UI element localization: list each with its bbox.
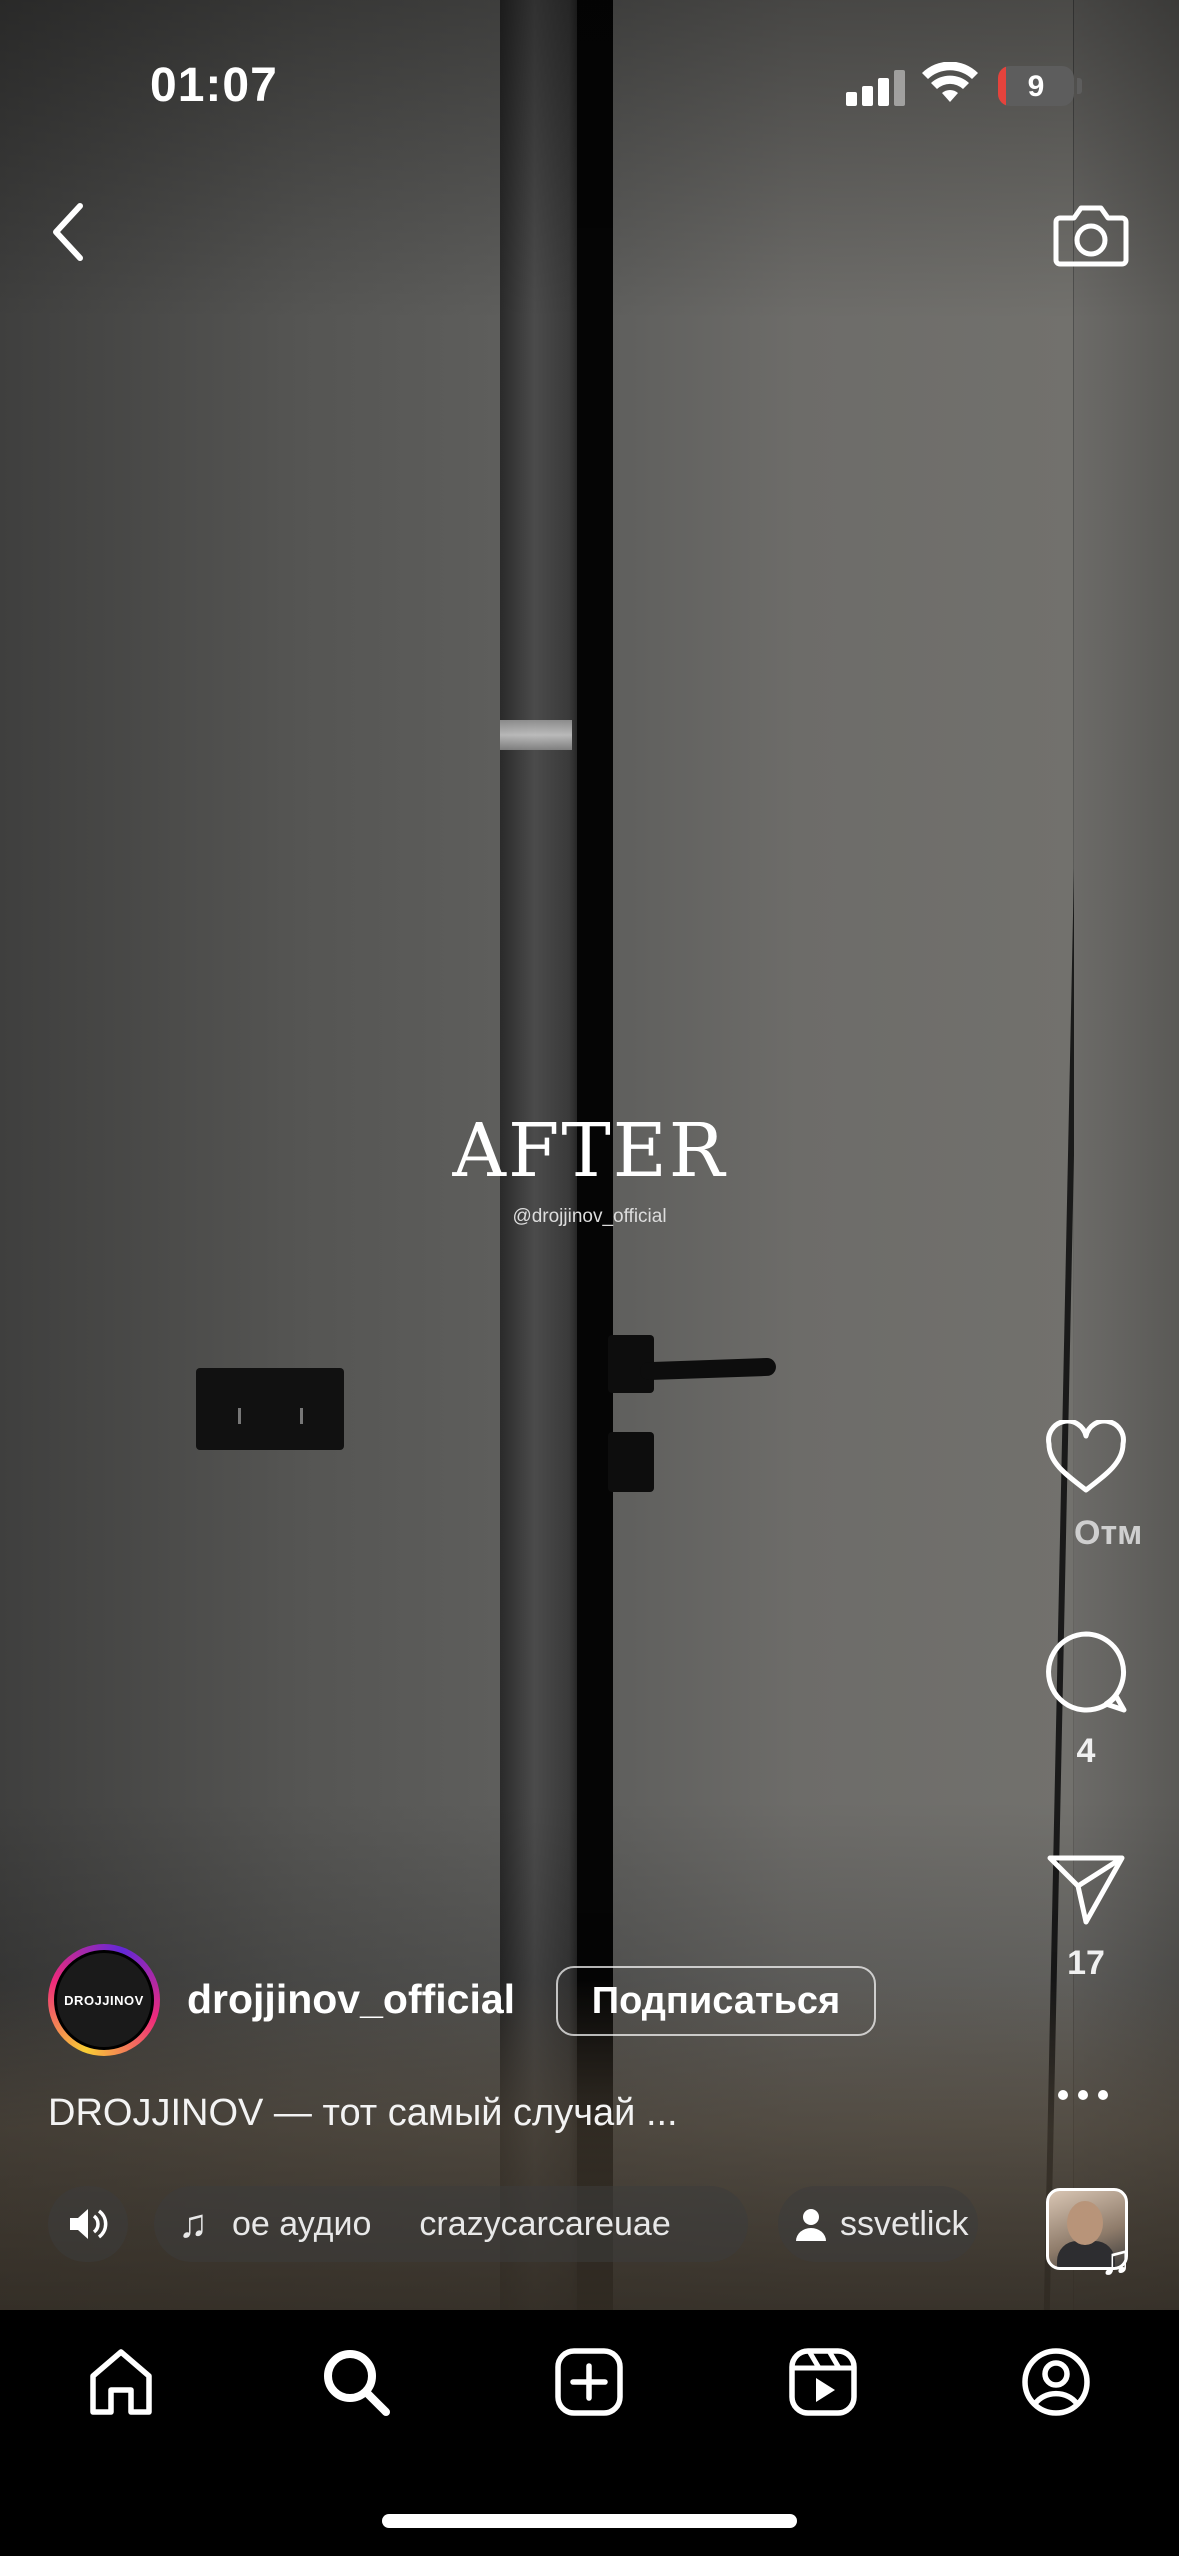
more-icon[interactable]	[1058, 2080, 1118, 2110]
camera-icon[interactable]	[1052, 198, 1130, 270]
send-icon[interactable]	[1046, 1852, 1126, 1926]
music-note-icon: ♫	[1100, 2236, 1132, 2283]
username[interactable]: drojjinov_official	[187, 1976, 515, 2023]
comment-action[interactable]: 4	[1026, 1630, 1146, 1771]
tagged-user-chip[interactable]: ssvetlick	[778, 2186, 978, 2262]
battery-indicator: 9	[998, 66, 1074, 106]
door-key-plate	[608, 1432, 654, 1492]
profile-icon[interactable]	[1020, 2346, 1092, 2418]
audio-chip[interactable]: ♫ ое аудио crazycarcareuae	[154, 2186, 748, 2262]
audio-title: ое аудио	[232, 2204, 372, 2243]
tagged-username: ssvetlick	[840, 2204, 969, 2243]
shares-count: 17	[1067, 1944, 1105, 1982]
light-switch	[196, 1368, 344, 1450]
search-icon[interactable]	[320, 2346, 392, 2418]
home-indicator[interactable]	[382, 2514, 797, 2528]
reels-icon[interactable]	[787, 2346, 859, 2418]
share-action[interactable]: 17	[1026, 1852, 1146, 1983]
avatar-logo-text: DROJJINOV	[54, 1950, 154, 2050]
like-label: Отм	[1074, 1514, 1143, 1552]
speaker-icon	[70, 2209, 108, 2239]
status-time: 01:07	[150, 59, 278, 112]
like-action[interactable]: Отм	[1026, 1420, 1146, 1553]
plus-square-icon[interactable]	[553, 2346, 625, 2418]
light-reflection	[500, 720, 572, 750]
sound-toggle-button[interactable]	[48, 2186, 128, 2262]
person-icon	[796, 2209, 826, 2241]
video-overlay-title: AFTER	[452, 1108, 727, 1194]
avatar[interactable]: DROJJINOV	[48, 1944, 160, 2056]
heart-icon[interactable]	[1045, 1420, 1127, 1496]
music-note-icon: ♫	[178, 2201, 208, 2246]
top-gradient	[0, 0, 1179, 320]
home-icon[interactable]	[85, 2346, 157, 2418]
cellular-signal-icon	[846, 66, 906, 106]
follow-button[interactable]: Подписаться	[556, 1966, 876, 2036]
caption[interactable]: DROJJINOV — тот самый случай ...	[48, 2092, 678, 2135]
comments-count: 4	[1076, 1732, 1096, 1770]
wifi-icon	[922, 62, 978, 102]
video-watermark: @drojjinov_official	[512, 1206, 667, 1227]
comment-icon[interactable]	[1044, 1630, 1128, 1714]
audio-author: crazycarcareuae	[419, 2204, 671, 2243]
chevron-left-icon[interactable]	[40, 196, 102, 268]
battery-tip	[1077, 78, 1082, 94]
